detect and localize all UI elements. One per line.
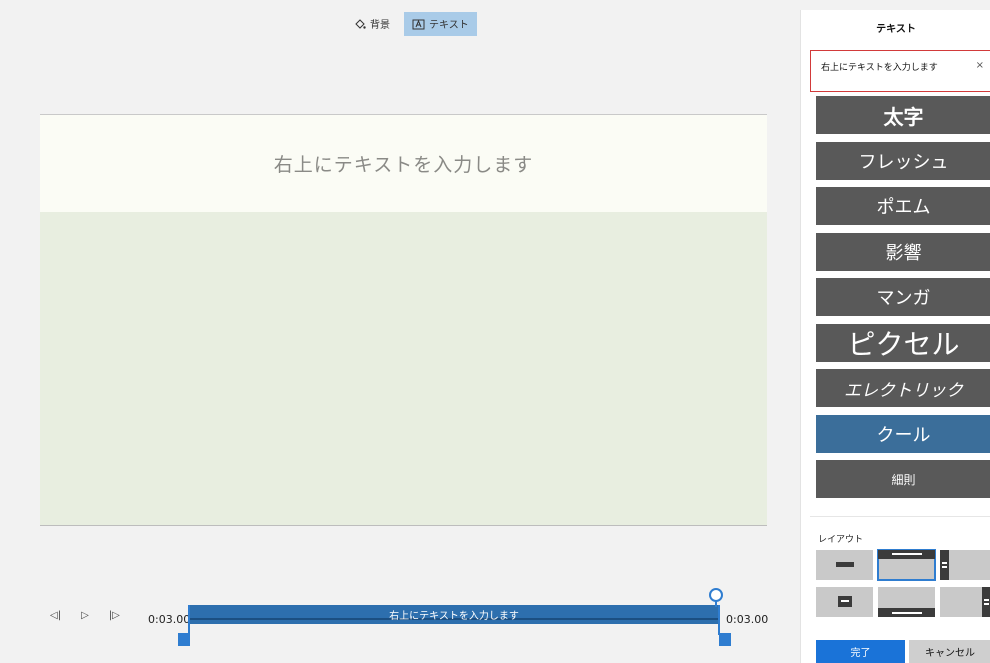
preview-text: 右上にテキストを入力します <box>273 154 534 176</box>
done-button[interactable]: 完了 <box>816 640 905 663</box>
cancel-button[interactable]: キャンセル <box>909 640 990 663</box>
style-cool[interactable]: クール <box>816 414 990 453</box>
timeline-clip[interactable]: 右上にテキストを入力します <box>190 605 718 624</box>
style-list: 太字 フレッシュ ポエム 影響 マンガ ピクセル エレクトリック クール 細則 <box>816 96 990 506</box>
panel-divider <box>810 516 990 517</box>
layout-label: レイアウト <box>818 535 864 545</box>
layout-center-box[interactable] <box>816 587 873 617</box>
style-poem[interactable]: ポエム <box>816 187 990 225</box>
text-input[interactable] <box>819 60 973 72</box>
style-fresh[interactable]: フレッシュ <box>816 141 990 180</box>
layout-left-band[interactable] <box>940 550 990 580</box>
trim-handle-end[interactable] <box>719 633 731 646</box>
end-time: 0:03.00 <box>726 613 769 626</box>
style-fine-print[interactable]: 細則 <box>816 460 990 498</box>
text-label: テキスト <box>429 20 469 31</box>
layout-right-band[interactable] <box>940 587 990 617</box>
style-impact[interactable]: 影響 <box>816 232 990 271</box>
top-toolbar: 背景 テキスト <box>346 10 477 37</box>
timeline-clip-label: 右上にテキストを入力します <box>389 611 519 622</box>
layout-bottom-band[interactable] <box>878 587 935 617</box>
background-label: 背景 <box>370 20 390 31</box>
title-bar <box>0 0 990 10</box>
text-button[interactable]: テキスト <box>404 11 477 36</box>
text-input-box[interactable]: × <box>810 50 990 92</box>
style-pixel[interactable]: ピクセル <box>816 323 990 362</box>
step-back-icon[interactable]: ◁| <box>50 610 61 621</box>
play-icon[interactable]: ▷ <box>81 610 89 621</box>
playback-controls: ◁| ▷ |▷ <box>50 610 120 621</box>
trim-handle-end-line <box>718 605 720 635</box>
style-electric[interactable]: エレクトリック <box>816 369 990 407</box>
background-button[interactable]: 背景 <box>346 12 398 36</box>
clear-icon[interactable]: × <box>976 60 984 71</box>
paint-bucket-icon <box>355 18 366 29</box>
step-forward-icon[interactable]: |▷ <box>109 610 120 621</box>
layout-center-band[interactable] <box>816 550 873 580</box>
video-preview: 右上にテキストを入力します <box>40 114 767 526</box>
start-time: 0:03.00 <box>148 613 191 626</box>
text-panel: テキスト × 太字 フレッシュ ポエム 影響 マンガ ピクセル エレクトリック … <box>800 10 990 663</box>
trim-handle-start-line <box>188 605 190 635</box>
layout-top-band[interactable] <box>877 549 936 581</box>
text-banner: 右上にテキストを入力します <box>40 115 767 212</box>
panel-title: テキスト <box>876 24 916 35</box>
style-manga[interactable]: マンガ <box>816 278 990 316</box>
trim-handle-start[interactable] <box>178 633 190 646</box>
style-bold[interactable]: 太字 <box>816 96 990 134</box>
playhead-handle[interactable] <box>709 588 723 602</box>
text-box-icon <box>412 19 425 29</box>
